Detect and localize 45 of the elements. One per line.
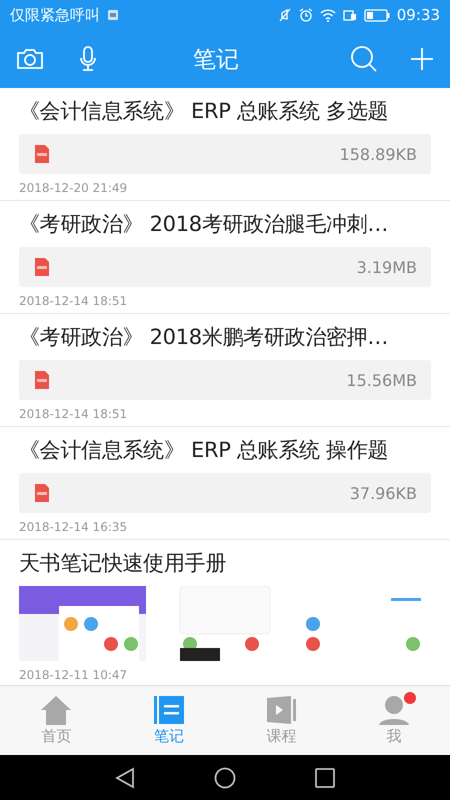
status-text: 仅限紧急呼叫 [10, 6, 100, 24]
alarm-icon [298, 8, 313, 22]
microphone-icon[interactable] [78, 46, 98, 72]
tab[interactable]: 课程 [225, 686, 338, 755]
attachment-bar[interactable]: 37.96KB [19, 473, 431, 513]
file-size: 37.96KB [350, 484, 417, 502]
file-size: 15.56MB [346, 370, 417, 390]
page-title: 笔记 [192, 46, 240, 74]
note-title[interactable]: 《会计信息系统》 ERP 总账系统 多选题 [19, 88, 388, 134]
pdf-file-icon [35, 145, 49, 163]
video-icon [265, 695, 298, 725]
house-icon [40, 695, 72, 725]
attachment-bar[interactable]: 15.56MB [19, 360, 431, 400]
attachment-bar[interactable]: 158.89KB [19, 134, 431, 174]
back-icon[interactable] [114, 766, 136, 788]
pdf-file-icon [35, 484, 49, 502]
mute-icon [278, 8, 292, 22]
note-title[interactable]: 《考研政治》 2018米鹏考研政治密押… [19, 314, 388, 360]
note-title[interactable]: 《会计信息系统》 ERP 总账系统 操作题 [19, 427, 388, 473]
camera-icon[interactable] [16, 47, 44, 71]
note-title[interactable]: 《考研政治》 2018考研政治腿毛冲刺… [19, 201, 388, 247]
tab[interactable]: 我 [338, 686, 450, 755]
note-date: 2018-12-14 18:51 [19, 294, 128, 308]
attachment-bar[interactable]: 3.19MB [19, 247, 431, 287]
pdf-file-icon [35, 258, 49, 276]
note-date: 2018-12-11 10:47 [19, 668, 128, 682]
tab[interactable]: 首页 [0, 686, 112, 755]
note-date: 2018-12-14 16:35 [19, 520, 128, 534]
search-icon[interactable] [350, 45, 378, 73]
note-date: 2018-12-14 18:51 [19, 407, 128, 421]
file-size: 3.19MB [356, 258, 417, 276]
home-icon[interactable] [214, 766, 236, 788]
image-icon [107, 9, 119, 21]
file-size: 158.89KB [340, 144, 417, 164]
recents-icon[interactable] [314, 766, 336, 788]
person-icon [378, 695, 410, 725]
wifi-icon [320, 8, 336, 22]
add-icon[interactable] [410, 47, 434, 71]
note-date: 2018-12-20 21:49 [19, 181, 128, 195]
notebook-icon [152, 695, 185, 725]
pdf-file-icon [35, 371, 49, 389]
battery-icon [364, 8, 390, 22]
note-title[interactable]: 天书笔记快速使用手册 [19, 540, 226, 586]
status-time: 09:33 [396, 6, 440, 24]
tab[interactable]: 笔记 [112, 686, 225, 755]
